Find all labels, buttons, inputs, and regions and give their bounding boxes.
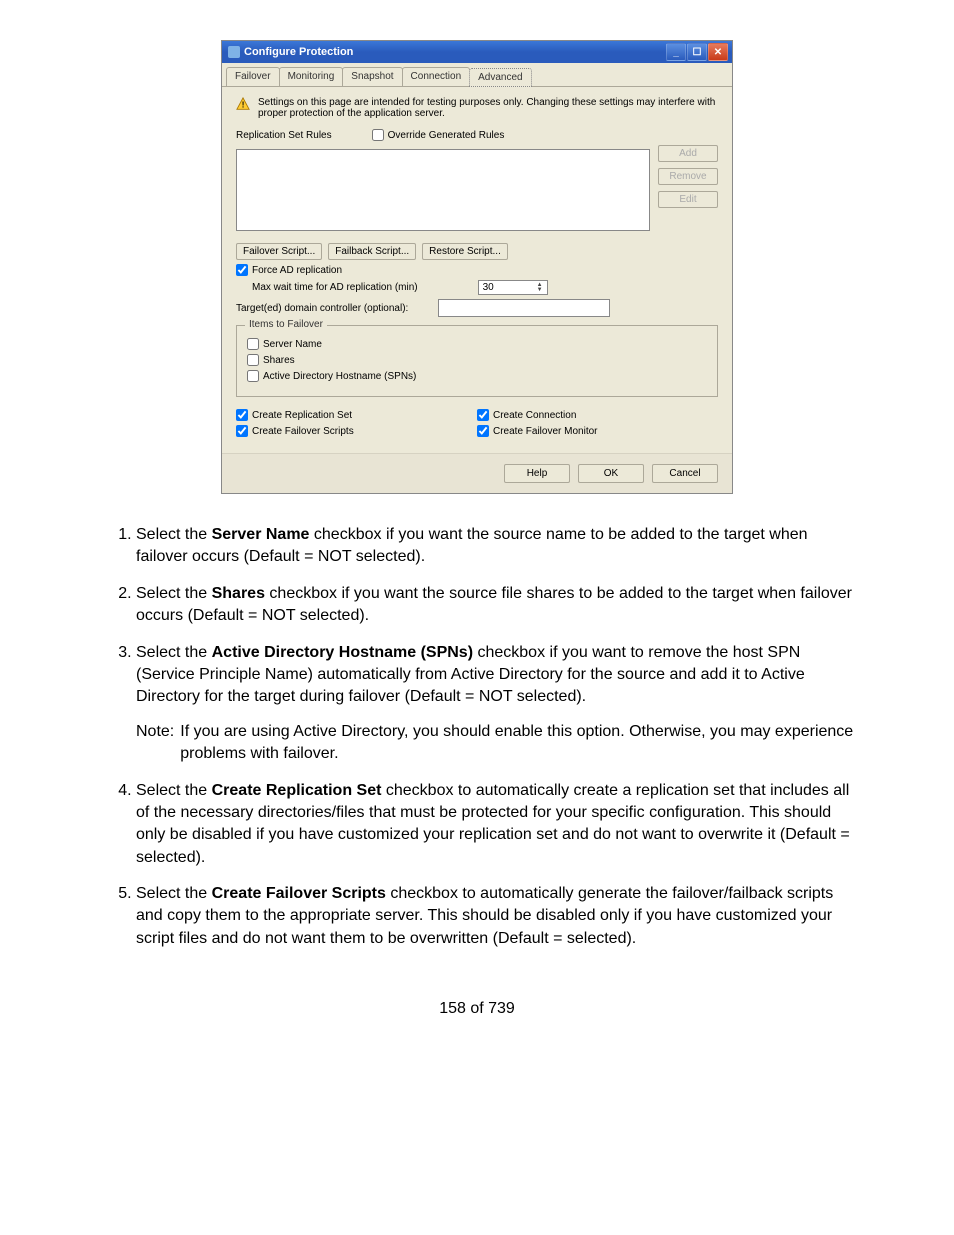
warning-text: Settings on this page are intended for t…: [258, 97, 718, 119]
list-item: Select the Create Failover Scripts check…: [136, 883, 856, 950]
tab-panel: ! Settings on this page are intended for…: [222, 87, 732, 453]
page-number: 158 of 739: [60, 1000, 894, 1018]
ok-button[interactable]: OK: [578, 464, 644, 483]
create-failover-monitor-checkbox[interactable]: [477, 425, 489, 437]
override-rules-checkbox[interactable]: [372, 129, 384, 141]
override-rules-label: Override Generated Rules: [388, 130, 505, 141]
max-wait-value: 30: [483, 282, 494, 293]
tab-monitoring[interactable]: Monitoring: [279, 67, 344, 86]
create-connection-checkbox[interactable]: [477, 409, 489, 421]
create-failover-scripts-checkbox[interactable]: [236, 425, 248, 437]
maximize-button[interactable]: ☐: [687, 43, 707, 61]
window-title: Configure Protection: [244, 46, 353, 58]
cancel-button[interactable]: Cancel: [652, 464, 718, 483]
target-dc-input[interactable]: [438, 299, 610, 317]
list-item: Select the Shares checkbox if you want t…: [136, 583, 856, 628]
list-item: Select the Create Replication Set checkb…: [136, 780, 856, 870]
create-connection-label: Create Connection: [493, 410, 576, 421]
server-name-label: Server Name: [263, 339, 322, 350]
ad-spn-label: Active Directory Hostname (SPNs): [263, 371, 416, 382]
create-repl-set-label: Create Replication Set: [252, 410, 352, 421]
dialog-button-bar: Help OK Cancel: [222, 453, 732, 493]
dialog-window: Configure Protection _ ☐ ✕ Failover Moni…: [221, 40, 733, 494]
note-label: Note:: [136, 721, 174, 766]
list-item: Select the Active Directory Hostname (SP…: [136, 642, 856, 766]
shares-checkbox[interactable]: [247, 354, 259, 366]
tab-bar: Failover Monitoring Snapshot Connection …: [222, 63, 732, 87]
tab-connection[interactable]: Connection: [402, 67, 471, 86]
close-button[interactable]: ✕: [708, 43, 728, 61]
window-icon: [228, 46, 240, 58]
warning-icon: !: [236, 97, 250, 111]
list-item: Select the Server Name checkbox if you w…: [136, 524, 856, 569]
tab-snapshot[interactable]: Snapshot: [342, 67, 402, 86]
spinner-icon[interactable]: ▲▼: [537, 283, 543, 293]
items-group-title: Items to Failover: [245, 319, 327, 330]
items-to-failover-group: Items to Failover Server Name Shares Act…: [236, 325, 718, 397]
max-wait-input[interactable]: 30 ▲▼: [478, 280, 548, 295]
replication-rules-label: Replication Set Rules: [236, 130, 332, 141]
help-button[interactable]: Help: [504, 464, 570, 483]
ad-spn-checkbox[interactable]: [247, 370, 259, 382]
force-ad-label: Force AD replication: [252, 265, 342, 276]
create-failover-scripts-label: Create Failover Scripts: [252, 426, 354, 437]
title-bar: Configure Protection _ ☐ ✕: [222, 41, 732, 63]
tab-advanced[interactable]: Advanced: [469, 68, 531, 87]
edit-button[interactable]: Edit: [658, 191, 718, 208]
note-row: Note: If you are using Active Directory,…: [136, 721, 856, 766]
failover-script-button[interactable]: Failover Script...: [236, 243, 322, 260]
instruction-list: Select the Server Name checkbox if you w…: [98, 524, 856, 950]
failback-script-button[interactable]: Failback Script...: [328, 243, 416, 260]
create-failover-monitor-label: Create Failover Monitor: [493, 426, 597, 437]
tab-failover[interactable]: Failover: [226, 67, 280, 86]
note-text: If you are using Active Directory, you s…: [180, 721, 856, 766]
add-button[interactable]: Add: [658, 145, 718, 162]
svg-text:!: !: [242, 101, 245, 110]
create-repl-set-checkbox[interactable]: [236, 409, 248, 421]
target-dc-label: Target(ed) domain controller (optional):: [236, 303, 408, 314]
remove-button[interactable]: Remove: [658, 168, 718, 185]
max-wait-label: Max wait time for AD replication (min): [252, 282, 418, 293]
restore-script-button[interactable]: Restore Script...: [422, 243, 508, 260]
shares-label: Shares: [263, 355, 295, 366]
server-name-checkbox[interactable]: [247, 338, 259, 350]
force-ad-checkbox[interactable]: [236, 264, 248, 276]
rules-listbox[interactable]: [236, 149, 650, 231]
minimize-button[interactable]: _: [666, 43, 686, 61]
